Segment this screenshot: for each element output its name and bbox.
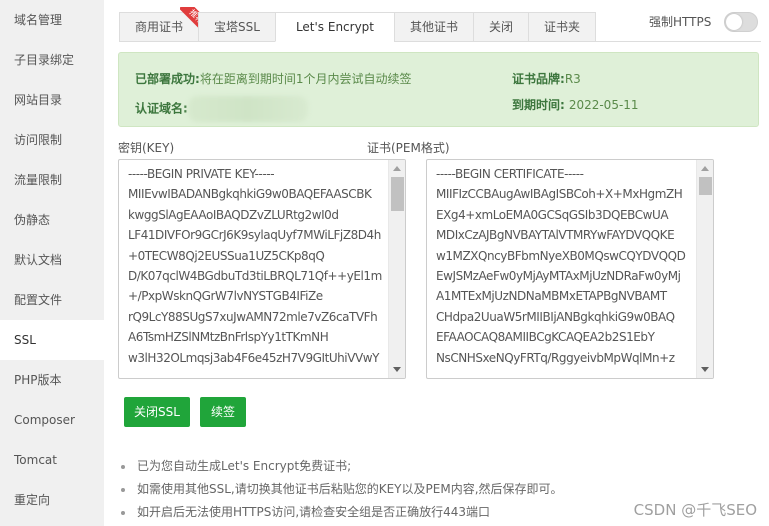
- tab-commercial-cert[interactable]: 商用证书 推荐: [119, 7, 207, 42]
- sidebar-item-access-limit[interactable]: 访问限制: [0, 120, 104, 160]
- watermark: CSDN @千飞SEO: [633, 501, 757, 519]
- sidebar-item-php-version[interactable]: PHP版本: [0, 360, 104, 400]
- cert-scrollbar[interactable]: [696, 160, 713, 378]
- key-label: 密钥(KEY): [118, 141, 175, 155]
- help-item: 已为您自动生成Let's Encrypt免费证书;: [120, 455, 563, 478]
- certificate-content: -----BEGIN CERTIFICATE----- MIIFIzCCBAug…: [436, 167, 686, 365]
- tab-label: Let's Encrypt: [295, 20, 375, 34]
- cert-domain: 认证域名:: [135, 96, 308, 122]
- force-https-label: 强制HTTPS: [649, 15, 712, 29]
- help-list: 已为您自动生成Let's Encrypt免费证书; 如需使用其他SSL,请切换其…: [120, 455, 563, 524]
- help-item: 如需使用其他SSL,请切换其他证书后粘贴您的KEY以及PEM内容,然后保存即可。: [120, 478, 563, 501]
- close-ssl-button[interactable]: 关闭SSL: [124, 397, 190, 427]
- sidebar-item-default-document[interactable]: 默认文档: [0, 240, 104, 280]
- tab-lets-encrypt[interactable]: Let's Encrypt: [274, 12, 395, 42]
- tab-label: 宝塔SSL: [214, 20, 260, 34]
- cert-brand: 证书品牌:R3: [512, 72, 581, 86]
- tab-label: 其他证书: [410, 20, 459, 34]
- ssl-status-box: 已部署成功:将在距离到期时间1个月内尝试自动续签 认证域名: 证书品牌:R3 到…: [118, 52, 759, 127]
- scroll-thumb[interactable]: [391, 177, 404, 211]
- tab-other-cert[interactable]: 其他证书: [394, 12, 474, 42]
- sidebar-item-ssl[interactable]: SSL: [0, 320, 104, 360]
- sidebar-item-domain-management[interactable]: 域名管理: [0, 0, 104, 40]
- settings-sidebar: 域名管理 子目录绑定 网站目录 访问限制 流量限制 伪静态 默认文档 配置文件 …: [0, 0, 104, 526]
- sidebar-item-composer[interactable]: Composer: [0, 400, 104, 440]
- certificate-textarea[interactable]: -----BEGIN CERTIFICATE----- MIIFIzCCBAug…: [426, 159, 714, 379]
- sidebar-item-subdirectory-binding[interactable]: 子目录绑定: [0, 40, 104, 80]
- cert-expiry: 到期时间: 2022-05-11: [512, 98, 639, 112]
- domain-value-redacted: [187, 96, 308, 122]
- tab-close[interactable]: 关闭: [473, 12, 529, 42]
- tab-cert-folder[interactable]: 证书夹: [528, 12, 597, 42]
- sidebar-item-redirect[interactable]: 重定向: [0, 480, 104, 520]
- scroll-thumb[interactable]: [699, 177, 712, 195]
- key-scrollbar[interactable]: [388, 160, 405, 378]
- private-key-content: -----BEGIN PRIVATE KEY----- MIIEvwIBADAN…: [128, 167, 382, 365]
- sidebar-item-tomcat[interactable]: Tomcat: [0, 440, 104, 480]
- sidebar-item-traffic-limit[interactable]: 流量限制: [0, 160, 104, 200]
- sidebar-item-site-directory[interactable]: 网站目录: [0, 80, 104, 120]
- tab-label: 关闭: [489, 20, 514, 34]
- sidebar-item-config-file[interactable]: 配置文件: [0, 280, 104, 320]
- tab-label: 证书夹: [544, 20, 581, 34]
- sidebar-item-rewrite[interactable]: 伪静态: [0, 200, 104, 240]
- force-https-toggle[interactable]: [724, 12, 758, 32]
- toggle-knob: [726, 14, 742, 30]
- ssl-tabs: 商用证书 推荐 宝塔SSL Let's Encrypt 其他证书 关闭 证书夹: [119, 7, 597, 42]
- cert-label: 证书(PEM格式): [367, 141, 450, 155]
- deployed-status: 已部署成功:将在距离到期时间1个月内尝试自动续签: [135, 72, 412, 86]
- scroll-down-icon[interactable]: [393, 367, 401, 372]
- private-key-textarea[interactable]: -----BEGIN PRIVATE KEY----- MIIEvwIBADAN…: [118, 159, 406, 379]
- renew-button[interactable]: 续签: [200, 397, 247, 427]
- tab-baota-ssl[interactable]: 宝塔SSL: [198, 12, 275, 42]
- tab-label: 商用证书: [135, 20, 184, 34]
- scroll-down-icon[interactable]: [701, 367, 709, 372]
- scroll-up-icon[interactable]: [393, 166, 401, 171]
- ssl-panel: 商用证书 推荐 宝塔SSL Let's Encrypt 其他证书 关闭 证书夹 …: [104, 0, 769, 526]
- scroll-up-icon[interactable]: [701, 166, 709, 171]
- help-item: 如开启后无法使用HTTPS访问,请检查安全组是否正确放行443端口: [120, 501, 563, 524]
